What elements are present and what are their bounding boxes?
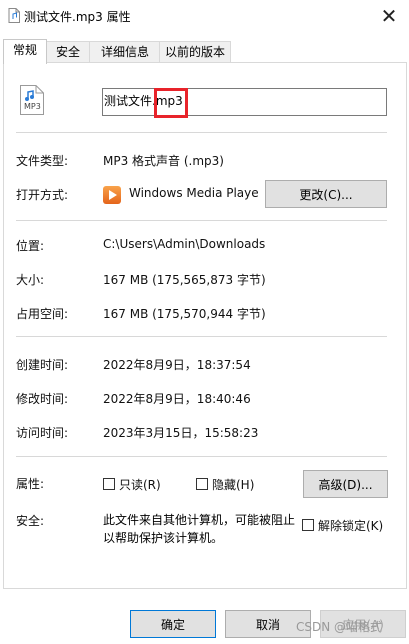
readonly-checkbox[interactable]	[103, 478, 115, 490]
unblock-label: 解除锁定(K)	[318, 519, 384, 533]
location-label: 位置:	[16, 239, 45, 253]
accessed-label: 访问时间:	[16, 426, 69, 440]
ok-button[interactable]: 确定	[130, 610, 216, 638]
size-value: 167 MB (175,565,873 字节)	[103, 273, 266, 287]
file-icon	[8, 8, 20, 23]
tab-general[interactable]: 常规	[3, 39, 47, 64]
size-label: 大小:	[16, 273, 45, 287]
mp3-file-icon: MP3	[19, 85, 45, 115]
close-icon[interactable]: ✕	[374, 3, 404, 29]
modified-label: 修改时间:	[16, 392, 69, 406]
tab-strip: 常规 安全 详细信息 以前的版本	[0, 39, 409, 64]
tab-security[interactable]: 安全	[45, 41, 91, 63]
file-type-value: MP3 格式声音 (.mp3)	[103, 154, 224, 168]
security-label: 安全:	[16, 514, 45, 528]
hidden-checkbox[interactable]	[196, 478, 208, 490]
watermark: CSDN @喵格式	[296, 620, 383, 634]
disk-size-value: 167 MB (175,570,944 字节)	[103, 307, 266, 321]
disk-size-label: 占用空间:	[16, 307, 69, 321]
accessed-value: 2023年3月15日，15:58:23	[103, 426, 259, 440]
open-with-value: Windows Media Playe	[129, 186, 259, 200]
divider	[16, 336, 387, 337]
divider	[16, 220, 387, 221]
file-icon-caption: MP3	[24, 102, 41, 111]
created-value: 2022年8月9日，18:37:54	[103, 358, 251, 372]
unblock-checkbox[interactable]	[302, 519, 314, 531]
window-title: 测试文件.mp3 属性	[24, 10, 131, 24]
attributes-label: 属性:	[16, 477, 45, 491]
open-with-label: 打开方式:	[16, 188, 69, 202]
file-type-label: 文件类型:	[16, 154, 69, 168]
title-bar: 测试文件.mp3 属性 ✕	[0, 0, 409, 34]
created-label: 创建时间:	[16, 358, 69, 372]
change-button[interactable]: 更改(C)...	[265, 180, 387, 208]
security-message: 此文件来自其他计算机，可能被阻止以帮助保护该计算机。	[103, 513, 296, 545]
filename-base: 测试文件.	[104, 94, 156, 108]
readonly-label: 只读(R)	[119, 478, 161, 492]
hidden-label: 隐藏(H)	[212, 478, 255, 492]
divider	[16, 132, 387, 133]
media-player-icon	[103, 186, 121, 204]
tab-previous-versions[interactable]: 以前的版本	[159, 41, 231, 63]
advanced-button[interactable]: 高级(D)...	[303, 470, 388, 498]
modified-value: 2022年8月9日，18:40:46	[103, 392, 251, 406]
location-value: C:\Users\Admin\Downloads	[103, 237, 266, 251]
divider	[16, 456, 387, 457]
tab-details[interactable]: 详细信息	[89, 41, 161, 63]
extension-highlight	[154, 88, 188, 118]
general-panel	[3, 62, 407, 589]
